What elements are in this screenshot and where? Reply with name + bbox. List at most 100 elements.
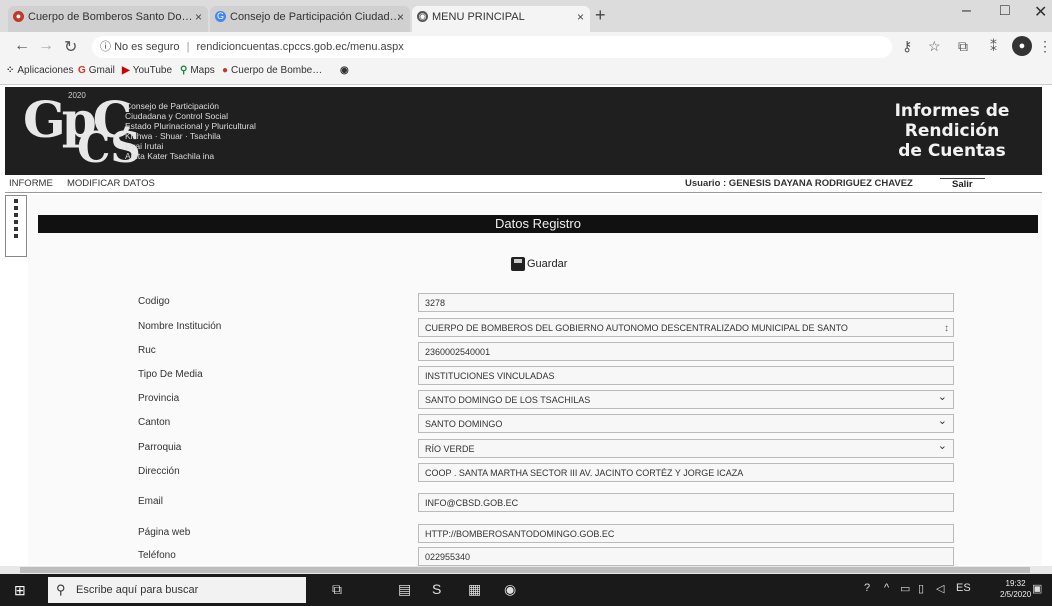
bookmark-chrome[interactable]: ◉ bbox=[340, 65, 352, 76]
tab-menu-principal[interactable]: ◉ MENU PRINCIPAL × bbox=[412, 6, 590, 32]
field-label: Canton bbox=[138, 417, 171, 428]
site-title-line: de Cuentas bbox=[898, 141, 1006, 161]
close-window-icon[interactable]: ✕ bbox=[1034, 2, 1047, 22]
key-icon[interactable]: ⚷ bbox=[902, 38, 912, 55]
google-favicon-icon: G bbox=[215, 11, 226, 22]
menu-dots-icon[interactable]: ⋮ bbox=[1038, 38, 1052, 55]
taskbar-search[interactable]: ⚲ Escribe aquí para buscar bbox=[48, 577, 306, 603]
ruc-input[interactable]: 2360002540001 bbox=[418, 342, 954, 361]
site-title-line: Informes de bbox=[894, 101, 1010, 121]
apps-grid-icon: ⁘ bbox=[6, 65, 15, 76]
field-label: Dirección bbox=[138, 466, 180, 477]
skype-icon[interactable]: S bbox=[432, 581, 441, 597]
field-label: Teléfono bbox=[138, 550, 176, 561]
tab-title: Consejo de Participación Ciudad… bbox=[230, 11, 401, 23]
address-toolbar: ← → ↻ ⓘ No es seguro | rendicioncuentas.… bbox=[0, 32, 1052, 62]
handle-dot bbox=[14, 234, 18, 238]
nombre-institucion-textarea[interactable]: CUERPO DE BOMBEROS DEL GOBIERNO AUTONOMO… bbox=[418, 318, 954, 337]
system-clock[interactable]: 19:32 2/5/2020 bbox=[1000, 578, 1031, 600]
back-icon[interactable]: ← bbox=[14, 37, 30, 55]
menu-modificar-datos[interactable]: MODIFICAR DATOS bbox=[67, 178, 155, 189]
close-tab-icon[interactable]: × bbox=[577, 6, 584, 28]
close-tab-icon[interactable]: × bbox=[397, 6, 404, 28]
forward-icon[interactable]: → bbox=[38, 37, 54, 55]
clock-date: 2/5/2020 bbox=[1000, 590, 1032, 599]
close-tab-icon[interactable]: × bbox=[195, 6, 202, 28]
tab-consejo[interactable]: G Consejo de Participación Ciudad… × bbox=[210, 6, 410, 32]
field-label: Nombre Institución bbox=[138, 321, 222, 332]
horizontal-scrollbar[interactable] bbox=[0, 566, 1052, 574]
handle-dot bbox=[14, 227, 18, 231]
maximize-icon[interactable]: □ bbox=[1000, 2, 1010, 20]
main-content: Datos Registro Guardar Codigo 3278 Nombr… bbox=[28, 195, 1042, 566]
field-label: Parroquia bbox=[138, 442, 182, 453]
language-indicator[interactable]: ES bbox=[956, 582, 971, 594]
chrome-icon: ◉ bbox=[340, 65, 349, 76]
bookmark-bomberos[interactable]: ● Cuerpo de Bombe… bbox=[222, 65, 322, 76]
telefono-input[interactable]: 022955340 bbox=[418, 547, 954, 566]
tipo-de-media-input[interactable]: INSTITUCIONES VINCULADAS bbox=[418, 366, 954, 385]
file-explorer-icon[interactable]: ▤ bbox=[398, 581, 411, 598]
section-title: Datos Registro bbox=[38, 215, 1038, 233]
new-tab-button[interactable]: + bbox=[595, 5, 606, 26]
bookmark-apps[interactable]: ⁘ Aplicaciones bbox=[6, 65, 74, 76]
bookmark-label: Aplicaciones bbox=[17, 65, 74, 76]
address-bar[interactable]: ⓘ No es seguro | rendicioncuentas.cpccs.… bbox=[92, 36, 892, 58]
task-view-icon[interactable]: ⧉ bbox=[332, 581, 342, 598]
current-user-label: Usuario : GENESIS DAYANA RODRIGUEZ CHAVE… bbox=[685, 178, 913, 189]
site-title: Informes de Rendición de Cuentas bbox=[882, 101, 1022, 161]
notifications-icon[interactable]: ▣ bbox=[1032, 582, 1042, 595]
maps-icon: ⚲ bbox=[180, 65, 188, 76]
youtube-icon: ▶ bbox=[122, 65, 130, 76]
bookmarks-bar: ⁘ Aplicaciones G Gmail ▶ YouTube ⚲ Maps ● Cue… bbox=[0, 62, 1052, 85]
app-menu-bar: INFORME MODIFICAR DATOS Usuario : GENESI… bbox=[5, 175, 1042, 193]
field-label: Provincia bbox=[138, 393, 180, 404]
field-label: Codigo bbox=[138, 296, 170, 307]
field-canton: Canton SANTO DOMINGO bbox=[38, 413, 1038, 435]
logo-line: Consejo de Participación bbox=[125, 101, 220, 111]
windows-start-icon[interactable]: ⊞ bbox=[14, 582, 26, 599]
field-tipo-de-media: Tipo De Media INSTITUCIONES VINCULADAS bbox=[38, 365, 1038, 387]
handle-dot bbox=[14, 220, 18, 224]
show-hidden-icons[interactable]: ^ bbox=[884, 582, 889, 594]
logo-line: Kichwa · Shuar · Tsachila bbox=[125, 131, 221, 141]
bookmark-youtube[interactable]: ▶ YouTube bbox=[122, 65, 172, 76]
logout-link[interactable]: Salir bbox=[940, 178, 985, 190]
bookmark-maps[interactable]: ⚲ Maps bbox=[180, 65, 215, 76]
url-text: rendicioncuentas.cpccs.gob.ec/menu.aspx bbox=[196, 41, 404, 53]
email-input[interactable]: INFO@CBSD.GOB.EC bbox=[418, 493, 954, 512]
info-icon[interactable]: ⓘ bbox=[100, 41, 111, 53]
store-icon[interactable]: ▦ bbox=[468, 581, 481, 598]
field-parroquia: Parroquia RÍO VERDE bbox=[38, 438, 1038, 460]
browser-tab-strip: ● Cuerpo de Bomberos Santo Do… × G Conse… bbox=[0, 0, 1052, 32]
minimize-icon[interactable]: – bbox=[962, 2, 971, 20]
bookmark-gmail[interactable]: G Gmail bbox=[78, 65, 115, 76]
bookmark-label: Maps bbox=[190, 65, 215, 76]
save-button[interactable]: Guardar bbox=[511, 257, 567, 271]
volume-icon[interactable]: ◁ bbox=[936, 582, 944, 595]
battery-icon[interactable]: ▯ bbox=[918, 582, 924, 595]
help-icon[interactable]: ? bbox=[864, 582, 870, 594]
field-ruc: Ruc 2360002540001 bbox=[38, 341, 1038, 363]
star-icon[interactable]: ☆ bbox=[928, 38, 941, 55]
pagina-web-input[interactable]: HTTP://BOMBEROSANTODOMINGO.GOB.EC bbox=[418, 524, 954, 543]
profile-avatar[interactable]: ● bbox=[1012, 36, 1032, 56]
tab-bomberos[interactable]: ● Cuerpo de Bomberos Santo Do… × bbox=[8, 6, 208, 32]
logo-line: Estado Plurinacional y Pluricultural bbox=[125, 121, 256, 131]
network-icon[interactable]: ▭ bbox=[900, 582, 910, 595]
codigo-input[interactable]: 3278 bbox=[418, 293, 954, 312]
direccion-input[interactable]: COOP . SANTA MARTHA SECTOR III AV. JACIN… bbox=[418, 463, 954, 482]
field-label: Ruc bbox=[138, 345, 156, 356]
chrome-taskbar-icon[interactable]: ◉ bbox=[504, 581, 516, 598]
scrollbar-thumb[interactable] bbox=[20, 567, 1030, 573]
bookmark-label: Gmail bbox=[88, 65, 115, 76]
extension-2-icon[interactable]: ⁑ bbox=[990, 38, 997, 55]
canton-select[interactable]: SANTO DOMINGO bbox=[418, 414, 954, 433]
provincia-select[interactable]: SANTO DOMINGO DE LOS TSACHILAS bbox=[418, 390, 954, 409]
reload-icon[interactable]: ↻ bbox=[64, 37, 77, 57]
logo-line: Ciudadana y Control Social bbox=[125, 111, 229, 121]
extension-icon[interactable]: ⧉ bbox=[958, 38, 968, 55]
parroquia-select[interactable]: RÍO VERDE bbox=[418, 439, 954, 458]
side-handle[interactable] bbox=[5, 195, 27, 257]
menu-informe[interactable]: INFORME bbox=[9, 178, 53, 189]
